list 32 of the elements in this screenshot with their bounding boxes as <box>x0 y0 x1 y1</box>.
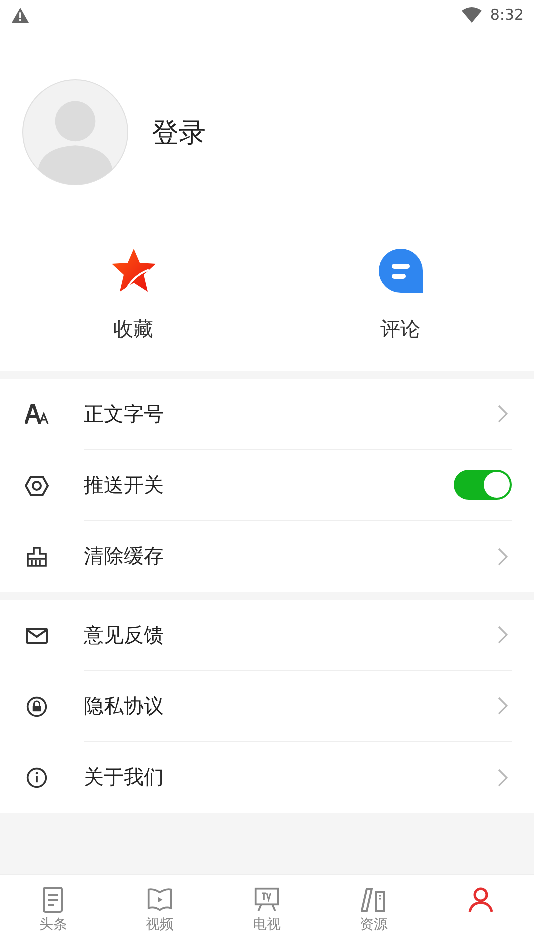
tab[interactable]: 视频 <box>106 875 214 949</box>
menu-item-label[interactable]: 清除缓存 <box>84 543 164 570</box>
books-icon <box>360 887 387 913</box>
chevron-right-icon[interactable] <box>498 697 508 715</box>
chevron-right-icon[interactable] <box>498 548 508 566</box>
menu-item-label[interactable]: 正文字号 <box>84 400 164 428</box>
info-icon <box>25 766 49 788</box>
tab[interactable]: 资源 <box>320 875 428 949</box>
clock-time: 8:32 <box>490 6 524 24</box>
shortcut-label[interactable]: 评论 <box>380 316 420 343</box>
tab[interactable]: 电视 <box>214 875 320 949</box>
person-icon <box>468 887 494 913</box>
chevron-right-icon[interactable] <box>498 626 508 644</box>
wifi-icon <box>462 7 482 23</box>
video-book-icon <box>147 887 174 913</box>
tv-icon <box>254 887 280 913</box>
menu-item-label[interactable]: 意见反馈 <box>84 622 164 648</box>
shortcut-label[interactable]: 收藏 <box>114 316 154 343</box>
menu-item-label[interactable]: 隐私协议 <box>84 692 164 720</box>
menu-item-label[interactable]: 推送开关 <box>84 472 164 498</box>
push-toggle[interactable] <box>454 470 512 500</box>
login-link[interactable]: 登录 <box>152 114 206 150</box>
tab[interactable]: 头条 <box>0 875 107 949</box>
avatar-icon[interactable] <box>22 79 129 186</box>
broom-icon <box>25 546 49 568</box>
chevron-right-icon[interactable] <box>498 405 508 423</box>
chevron-right-icon[interactable] <box>498 768 508 786</box>
font-size-icon <box>25 404 49 426</box>
menu-item-label[interactable]: 关于我们 <box>84 764 164 791</box>
warning-icon <box>11 6 30 24</box>
hexagon-icon <box>25 474 49 496</box>
lock-icon <box>25 696 49 718</box>
